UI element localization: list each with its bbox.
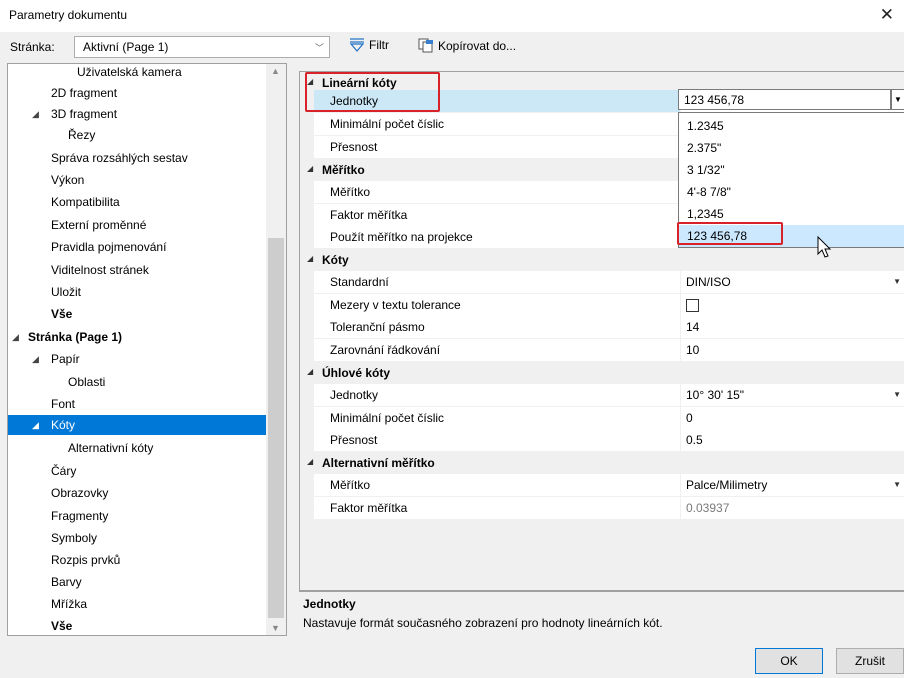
dropdown-option[interactable]: 1.2345 [679, 115, 904, 137]
copy-to-label: Kopírovat do... [438, 38, 517, 53]
page-select-value: Aktivní (Page 1) [83, 40, 169, 54]
tree-item[interactable]: Vše [8, 304, 266, 324]
tree-item[interactable]: Výkon [8, 170, 266, 190]
tree-item[interactable]: Pravidla pojmenování [8, 237, 266, 257]
cancel-button[interactable]: Zrušit [836, 648, 904, 674]
category-angular-dimensions[interactable]: ◢ Úhlové kóty [300, 362, 904, 385]
dropdown-option[interactable]: 3 1/32" [679, 159, 904, 181]
units-value-editor[interactable]: 123 456,78 [678, 89, 891, 110]
tree-item[interactable]: 2D fragment [8, 83, 266, 103]
property-row[interactable]: Toleranční pásmo 14 [300, 316, 904, 339]
tree-item[interactable]: Fragmenty [8, 506, 266, 526]
dropdown-arrow-icon[interactable]: ▼ [893, 390, 901, 399]
units-dropdown-button[interactable]: ▼ [891, 89, 904, 110]
expand-icon[interactable]: ◢ [32, 415, 39, 435]
property-row[interactable]: Standardní DIN/ISO ▼ [300, 271, 904, 294]
category-alternative-scale[interactable]: ◢ Alternativní měřítko [300, 452, 904, 475]
tree-item[interactable]: Mřížka [8, 594, 266, 614]
filter-icon [349, 38, 365, 52]
description-pane: Jednotky Nastavuje formát současného zob… [299, 591, 904, 636]
collapse-icon[interactable]: ◢ [307, 77, 313, 86]
tree-item[interactable]: Rozpis prvků [8, 550, 266, 570]
tree-item-koty[interactable]: ◢ Kóty [8, 415, 266, 435]
tolerance-spacing-checkbox[interactable] [686, 299, 699, 312]
tree-item[interactable]: ◢ 3D fragment [8, 104, 266, 124]
property-row[interactable]: Mezery v textu tolerance [300, 294, 904, 317]
tree-scrollbar[interactable]: ▲ ▼ [266, 64, 286, 635]
property-row[interactable]: Minimální počet číslic 0 [300, 407, 904, 430]
filter-label: Filtr [369, 38, 389, 52]
copy-icon [418, 38, 433, 53]
expand-icon[interactable]: ◢ [12, 327, 19, 347]
page-label: Stránka: [10, 40, 55, 54]
dropdown-option[interactable]: 1,2345 [679, 203, 904, 225]
tree-item[interactable]: Vše [8, 616, 266, 635]
title-bar: Parametry dokumentu ✕ [0, 0, 904, 32]
scrollbar-thumb[interactable] [268, 238, 284, 618]
scroll-down-icon[interactable]: ▼ [271, 623, 280, 633]
tree-item[interactable]: Kompatibilita [8, 192, 266, 212]
property-row[interactable]: Zarovnání řádkování 10 [300, 339, 904, 362]
page-select[interactable]: Aktivní (Page 1) ﹀ [74, 36, 330, 58]
tree-item[interactable]: Uživatelská kamera [8, 64, 266, 82]
tree-item[interactable]: Obrazovky [8, 483, 266, 503]
tree-item[interactable]: Symboly [8, 528, 266, 548]
copy-to-button[interactable]: Kopírovat do... [418, 38, 516, 53]
close-icon[interactable]: ✕ [880, 5, 894, 25]
tree-item[interactable]: ◢ Papír [8, 349, 266, 369]
chevron-down-icon: ﹀ [314, 43, 324, 53]
property-row[interactable]: Faktor měřítka 0.03937 [300, 497, 904, 520]
tree-item[interactable]: Alternativní kóty [8, 438, 266, 458]
tree-item[interactable]: Externí proměnné [8, 215, 266, 235]
collapse-icon[interactable]: ◢ [307, 367, 313, 376]
tree-item[interactable]: Čáry [8, 461, 266, 481]
ok-button[interactable]: OK [755, 648, 823, 674]
expand-icon[interactable]: ◢ [32, 349, 39, 369]
tree-item[interactable]: Řezy [8, 125, 266, 145]
tree-item[interactable]: Správa rozsáhlých sestav [8, 148, 266, 168]
property-row[interactable]: Měřítko Palce/Milimetry ▼ [300, 474, 904, 497]
tree-item[interactable]: Barvy [8, 572, 266, 592]
window-title: Parametry dokumentu [9, 8, 128, 22]
property-row[interactable]: Jednotky 10° 30' 15" ▼ [300, 384, 904, 407]
dropdown-arrow-icon[interactable]: ▼ [893, 277, 901, 286]
tree-item-page[interactable]: ◢ Stránka (Page 1) [8, 327, 266, 347]
mouse-cursor-icon [817, 236, 832, 258]
expand-icon[interactable]: ◢ [32, 104, 39, 124]
filter-button[interactable]: Filtr [349, 38, 389, 52]
tree-item[interactable]: Viditelnost stránek [8, 260, 266, 280]
collapse-icon[interactable]: ◢ [307, 254, 313, 263]
description-title: Jednotky [303, 597, 356, 611]
units-dropdown-list[interactable]: 1.2345 2.375" 3 1/32" 4'-8 7/8" 1,2345 1… [678, 112, 904, 248]
tree-item[interactable]: Oblasti [8, 372, 266, 392]
collapse-icon[interactable]: ◢ [307, 457, 313, 466]
property-row[interactable]: Přesnost 0.5 [300, 429, 904, 452]
collapse-icon[interactable]: ◢ [307, 164, 313, 173]
tree-item[interactable]: Uložit [8, 282, 266, 302]
scroll-up-icon[interactable]: ▲ [271, 66, 280, 76]
dropdown-option[interactable]: 2.375" [679, 137, 904, 159]
toolbar: Stránka: Aktivní (Page 1) ﹀ Filtr Kopíro… [0, 32, 904, 62]
dropdown-option-highlighted[interactable]: 123 456,78 [679, 225, 904, 247]
tree-item[interactable]: Font [8, 394, 266, 414]
description-text: Nastavuje formát současného zobrazení pr… [303, 616, 663, 630]
category-dimensions[interactable]: ◢ Kóty [300, 249, 904, 272]
dropdown-option[interactable]: 4'-8 7/8" [679, 181, 904, 203]
dropdown-arrow-icon[interactable]: ▼ [893, 480, 901, 489]
settings-tree[interactable]: Uživatelská kamera 2D fragment ◢ 3D fragm… [7, 63, 287, 636]
